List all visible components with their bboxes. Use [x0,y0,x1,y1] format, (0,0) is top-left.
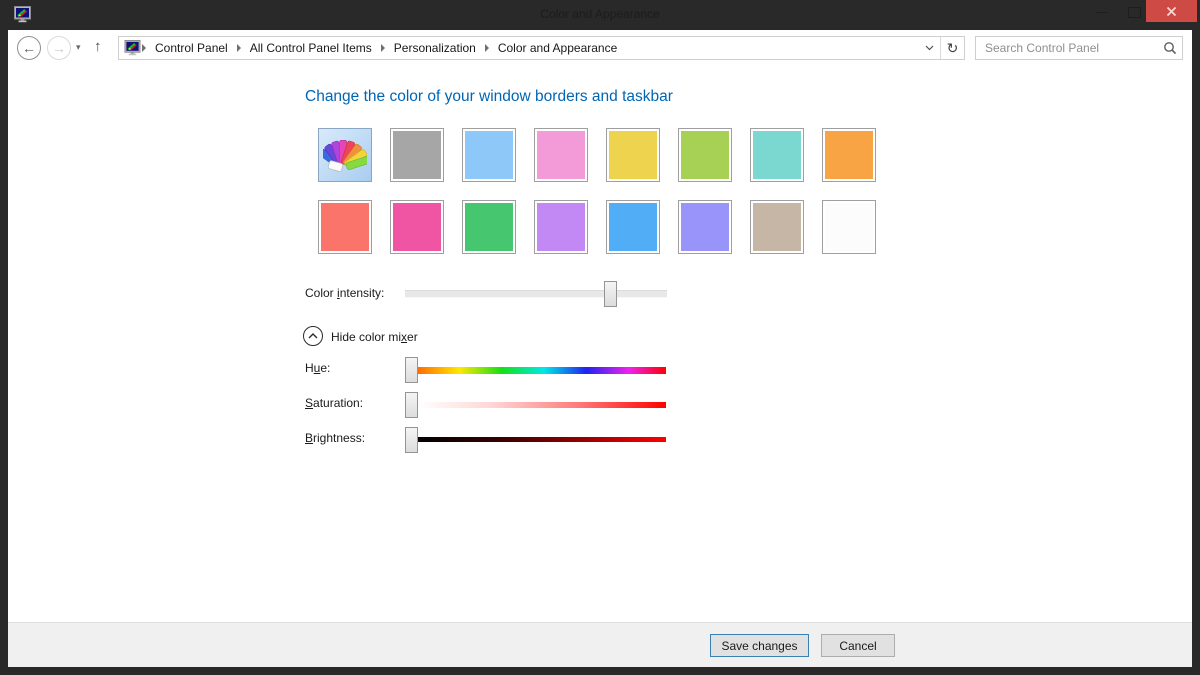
breadcrumb-arrow-icon [380,44,385,52]
color-swatch[interactable] [678,128,732,182]
breadcrumb-personalization[interactable]: Personalization [386,41,484,55]
close-button[interactable] [1146,0,1197,22]
swatch-color [393,203,441,251]
swatch-color [753,203,801,251]
swatch-color [537,131,585,179]
up-button[interactable]: ↑ [94,38,102,55]
swatch-color [681,203,729,251]
breadcrumb-color-and-appearance[interactable]: Color and Appearance [490,41,625,55]
hide-color-mixer-label[interactable]: Hide color mixer [331,330,418,344]
color-swatch[interactable] [750,128,804,182]
hide-color-mixer-button[interactable] [303,326,323,346]
swatch-color [465,203,513,251]
color-swatch[interactable] [822,128,876,182]
navigation-bar: ← → ▾ ↑ Control Panel All Control Panel … [8,30,1192,66]
history-dropdown-icon[interactable]: ▾ [76,42,81,53]
page-title: Change the color of your window borders … [305,88,673,105]
color-swatch[interactable] [750,200,804,254]
breadcrumb: Control Panel All Control Panel Items Pe… [141,37,625,59]
breadcrumb-all-control-panel-items[interactable]: All Control Panel Items [242,41,380,55]
footer-bar: Save changes Cancel [8,622,1192,667]
window-title: Color and Appearance [540,7,660,21]
color-swatch[interactable] [318,200,372,254]
swatch-color [609,131,657,179]
breadcrumb-control-panel[interactable]: Control Panel [147,41,236,55]
swatch-color [465,131,513,179]
swatch-color [825,131,873,179]
saturation-track[interactable] [417,402,666,408]
breadcrumb-arrow-icon [142,44,146,52]
brightness-track[interactable] [417,437,666,442]
swatch-color [609,203,657,251]
color-swatch[interactable] [606,128,660,182]
brightness-slider[interactable] [405,427,418,453]
swatch-color [393,131,441,179]
save-changes-button[interactable]: Save changes [710,634,809,657]
cancel-button[interactable]: Cancel [821,634,895,657]
breadcrumb-arrow-icon [236,44,241,52]
swatch-color [537,203,585,251]
hue-track[interactable] [417,367,666,374]
color-swatch[interactable] [822,200,876,254]
hue-slider[interactable] [405,357,418,383]
search-box [975,36,1183,60]
color-swatch[interactable] [606,200,660,254]
color-swatch[interactable] [462,128,516,182]
automatic-color-swatch[interactable] [318,128,372,182]
swatch-color [681,131,729,179]
address-bar[interactable]: Control Panel All Control Panel Items Pe… [118,36,965,60]
search-icon [1164,42,1177,55]
color-swatch[interactable] [462,200,516,254]
refresh-button[interactable]: ↻ [941,37,964,59]
color-swatch[interactable] [534,128,588,182]
hue-label: Hue: [305,361,331,375]
color-intensity-label: Color intensity: [305,286,385,300]
breadcrumb-arrow-icon [484,44,489,52]
chevron-up-icon [308,333,318,339]
minimize-icon[interactable] [1096,12,1107,13]
chevron-down-icon [925,45,933,51]
window-frame: Color and Appearance ← → ▾ ↑ Control Pan… [0,0,1200,675]
titlebar[interactable]: Color and Appearance [0,0,1200,30]
address-dropdown-button[interactable] [918,37,940,59]
color-swatch[interactable] [390,200,444,254]
color-fan-icon [323,140,367,172]
forward-button[interactable]: → [47,36,71,60]
swatch-color [825,203,873,251]
brightness-label: Brightness: [305,431,366,445]
color-intensity-slider[interactable] [604,281,617,307]
saturation-slider[interactable] [405,392,418,418]
color-intensity-track[interactable] [405,290,667,298]
maximize-icon[interactable] [1128,7,1141,18]
color-swatch[interactable] [534,200,588,254]
swatch-color [321,203,369,251]
color-swatch[interactable] [390,128,444,182]
close-icon [1166,6,1177,16]
color-swatch-grid [318,128,876,254]
color-appearance-location-icon [124,40,141,56]
search-button[interactable] [1158,37,1182,59]
back-button[interactable]: ← [17,36,41,60]
window-body: ← → ▾ ↑ Control Panel All Control Panel … [8,30,1192,667]
saturation-label: Saturation: [305,396,364,410]
search-input[interactable] [976,41,1158,55]
color-swatch[interactable] [678,200,732,254]
swatch-color [753,131,801,179]
